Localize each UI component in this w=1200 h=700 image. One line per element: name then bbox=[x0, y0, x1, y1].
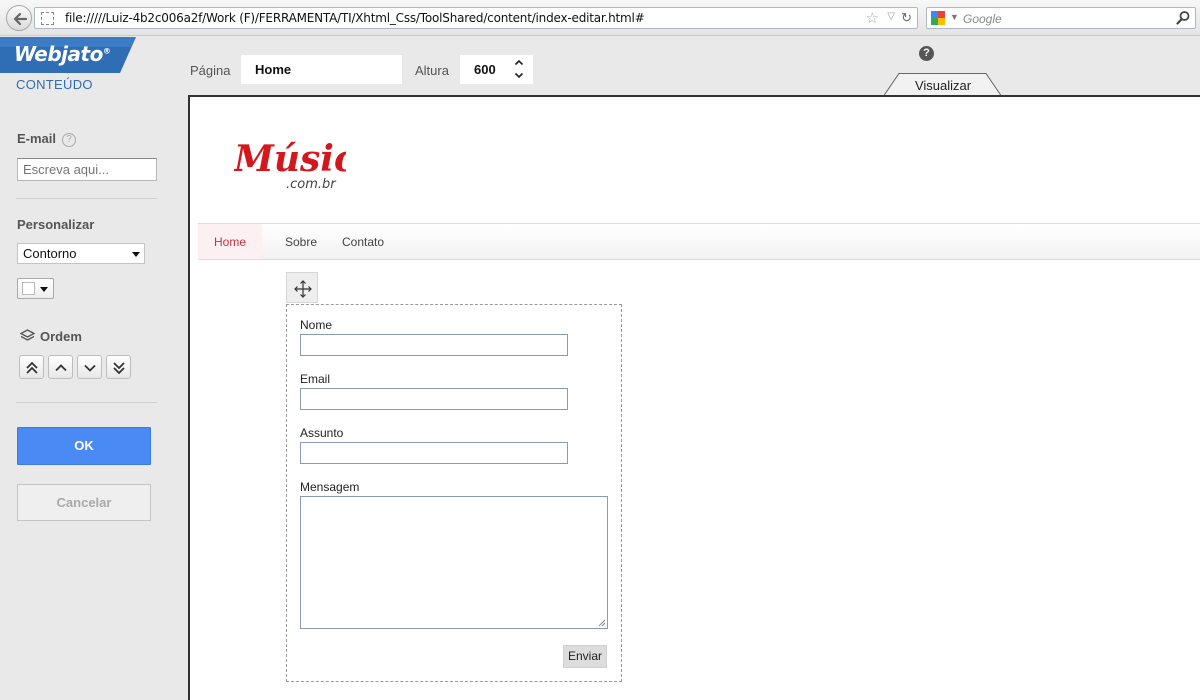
move-down-button[interactable] bbox=[77, 355, 102, 379]
nav-item-home[interactable]: Home bbox=[198, 224, 262, 259]
site-logo[interactable]: Música .com.br bbox=[232, 135, 379, 198]
stepper-arrows-icon[interactable] bbox=[514, 58, 524, 80]
divider bbox=[16, 402, 157, 403]
address-bar[interactable]: file://///Luiz-4b2c006a2f/Work (F)/FERRA… bbox=[34, 7, 918, 29]
contact-form[interactable]: Nome Email Assunto Mensagem Enviar bbox=[286, 304, 622, 682]
email-help-icon[interactable]: ? bbox=[62, 133, 77, 147]
back-button[interactable] bbox=[6, 5, 32, 31]
border-style-value: Contorno bbox=[23, 246, 77, 261]
divider bbox=[16, 198, 157, 199]
logo-subtext: .com.br bbox=[286, 177, 337, 192]
cancel-button[interactable]: Cancelar bbox=[17, 484, 151, 521]
double-chevron-up-icon bbox=[26, 361, 38, 374]
logo-text: Música bbox=[234, 138, 346, 180]
musica-logo-shape: Música .com.br bbox=[232, 138, 379, 192]
browser-toolbar: file://///Luiz-4b2c006a2f/Work (F)/FERRA… bbox=[0, 0, 1200, 36]
email-input[interactable] bbox=[300, 388, 568, 410]
border-style-select[interactable]: Contorno bbox=[17, 243, 145, 264]
customize-label: Personalizar bbox=[17, 217, 95, 232]
reload-icon[interactable]: ↻ bbox=[901, 10, 912, 26]
search-icon[interactable] bbox=[1175, 10, 1191, 26]
search-bar[interactable]: ▼ Google bbox=[926, 7, 1196, 29]
color-picker[interactable] bbox=[17, 278, 54, 299]
name-input[interactable] bbox=[300, 334, 568, 356]
height-value: 600 bbox=[474, 62, 496, 77]
move-icon bbox=[294, 280, 312, 298]
email-input[interactable] bbox=[17, 158, 157, 181]
name-label: Nome bbox=[300, 318, 333, 332]
nav-item-sobre[interactable]: Sobre bbox=[285, 224, 317, 259]
message-label: Mensagem bbox=[300, 480, 360, 494]
layers-icon bbox=[19, 329, 36, 341]
search-placeholder: Google bbox=[963, 12, 1002, 26]
chevron-down-icon bbox=[40, 287, 48, 292]
double-chevron-down-icon bbox=[113, 362, 125, 375]
email-label: E-mail? bbox=[17, 131, 77, 147]
tab-preview-label: Visualizar bbox=[914, 78, 972, 93]
subject-label: Assunto bbox=[300, 426, 344, 440]
resize-grip-icon[interactable] bbox=[597, 618, 606, 627]
order-label: Ordem bbox=[19, 329, 82, 344]
bring-to-front-button[interactable] bbox=[19, 355, 44, 379]
bookmark-star-icon[interactable]: ☆ bbox=[866, 9, 879, 27]
google-icon bbox=[931, 11, 945, 25]
height-stepper[interactable]: 600 bbox=[460, 55, 533, 84]
move-handle[interactable] bbox=[286, 272, 318, 303]
ok-button[interactable]: OK bbox=[17, 427, 151, 465]
email-label: Email bbox=[300, 372, 331, 386]
subject-input[interactable] bbox=[300, 442, 568, 464]
help-icon[interactable]: ? bbox=[919, 46, 934, 61]
chevron-down-icon bbox=[132, 252, 140, 257]
move-up-button[interactable] bbox=[48, 355, 73, 379]
section-title: CONTEÚDO bbox=[16, 77, 93, 92]
back-arrow-icon bbox=[13, 12, 28, 26]
history-dropdown-icon[interactable]: ▽ bbox=[887, 11, 895, 22]
chevron-up-icon bbox=[55, 364, 67, 372]
logo-text: Webjato® bbox=[14, 42, 111, 66]
send-button[interactable]: Enviar bbox=[563, 645, 607, 668]
message-textarea[interactable] bbox=[300, 496, 608, 629]
send-to-back-button[interactable] bbox=[106, 355, 131, 379]
page-favicon-icon bbox=[41, 12, 54, 25]
url-text: file://///Luiz-4b2c006a2f/Work (F)/FERRA… bbox=[65, 11, 645, 25]
search-engine-dropdown-icon[interactable]: ▼ bbox=[950, 12, 959, 22]
page-label: Página bbox=[190, 63, 231, 78]
chevron-down-icon bbox=[84, 364, 96, 372]
editor-sidebar: Webjato® CONTEÚDO E-mail? Personalizar C… bbox=[0, 37, 188, 700]
tab-preview[interactable]: Visualizar bbox=[884, 73, 1002, 96]
page-canvas: Música .com.br Home Sobre Contato Nome E… bbox=[188, 95, 1200, 700]
webjato-logo: Webjato® bbox=[0, 37, 136, 73]
page-field[interactable]: Home bbox=[241, 55, 402, 84]
site-navbar: Home Sobre Contato bbox=[198, 223, 1200, 260]
height-label: Altura bbox=[415, 63, 449, 78]
color-swatch bbox=[22, 282, 35, 295]
nav-item-contato[interactable]: Contato bbox=[342, 224, 384, 259]
